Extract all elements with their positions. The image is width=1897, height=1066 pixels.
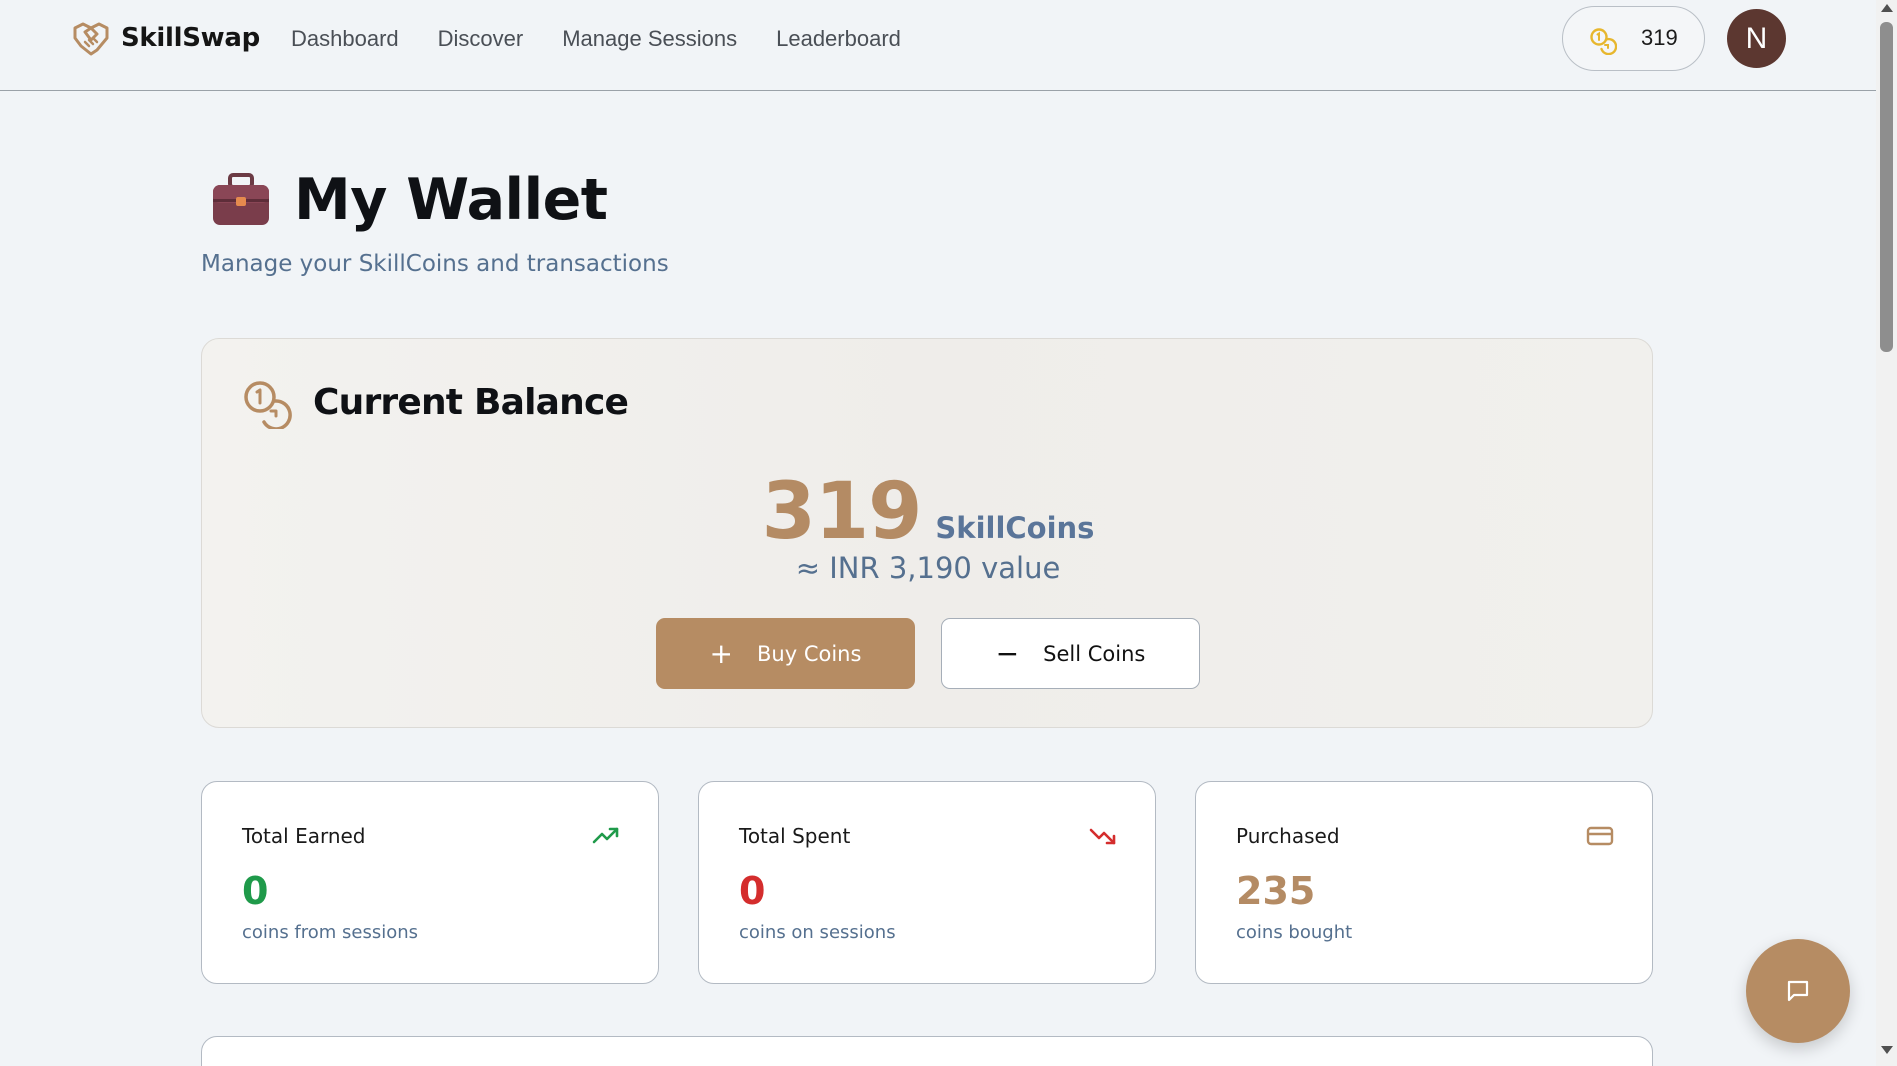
balance-amount: 319 [761,467,923,557]
page-scrollbar[interactable] [1876,0,1897,1066]
total-earned-card: Total Earned 0 coins from sessions [201,781,659,984]
page-title: My Wallet [294,167,608,233]
coin-balance-value: 319 [1641,25,1678,50]
main-nav: Dashboard Discover Manage Sessions Leade… [291,25,940,53]
stat-label: Purchased [1236,824,1340,848]
credit-card-icon [1586,826,1614,846]
balance-inr-value: ≈ INR 3,190 value [795,551,1061,585]
nav-manage-sessions[interactable]: Manage Sessions [562,25,737,53]
stat-label: Total Earned [242,824,366,848]
nav-leaderboard[interactable]: Leaderboard [776,25,901,53]
user-avatar[interactable]: N [1727,9,1786,68]
page-subtitle: Manage your SkillCoins and transactions [201,251,669,277]
sell-coins-label: Sell Coins [1043,641,1146,666]
stat-caption: coins from sessions [242,922,419,943]
buy-coins-button[interactable]: + Buy Coins [656,618,915,689]
balance-card-title: Current Balance [313,382,629,423]
coin-balance-pill[interactable]: 319 [1562,6,1705,71]
nav-dashboard[interactable]: Dashboard [291,25,399,53]
balance-unit: SkillCoins [935,511,1095,545]
stat-value: 0 [739,869,766,913]
coins-icon [1590,28,1617,55]
sell-coins-button[interactable]: − Sell Coins [941,618,1200,689]
top-navbar: SkillSwap Dashboard Discover Manage Sess… [0,0,1876,91]
stat-caption: coins on sessions [739,922,896,943]
trending-down-icon [1089,828,1116,845]
message-square-icon [1787,980,1809,1002]
nav-discover[interactable]: Discover [438,25,524,53]
brand-name: SkillSwap [121,23,260,53]
stat-value: 0 [242,869,269,913]
scroll-down-arrow-icon[interactable] [1881,1046,1893,1054]
chat-button[interactable] [1746,939,1850,1043]
scroll-up-arrow-icon[interactable] [1881,4,1893,12]
coins-icon [244,381,292,429]
plus-icon: + [709,636,734,670]
balance-amount-row: 319 SkillCoins [202,467,1654,557]
buy-coins-label: Buy Coins [757,641,862,666]
brand-logo-link[interactable]: SkillSwap [71,18,260,58]
trending-up-icon [592,827,619,844]
page-title-row: My Wallet [210,165,608,235]
purchased-card: Purchased 235 coins bought [1195,781,1653,984]
current-balance-card: Current Balance 319 SkillCoins ≈ INR 3,1… [201,338,1653,728]
stat-label: Total Spent [739,824,851,848]
handshake-icon [73,22,109,56]
briefcase-icon [213,173,269,225]
stat-value: 235 [1236,869,1316,913]
stat-caption: coins bought [1236,922,1353,943]
transactions-card [201,1036,1653,1066]
total-spent-card: Total Spent 0 coins on sessions [698,781,1156,984]
scrollbar-thumb[interactable] [1880,22,1893,352]
minus-icon: − [995,636,1020,670]
